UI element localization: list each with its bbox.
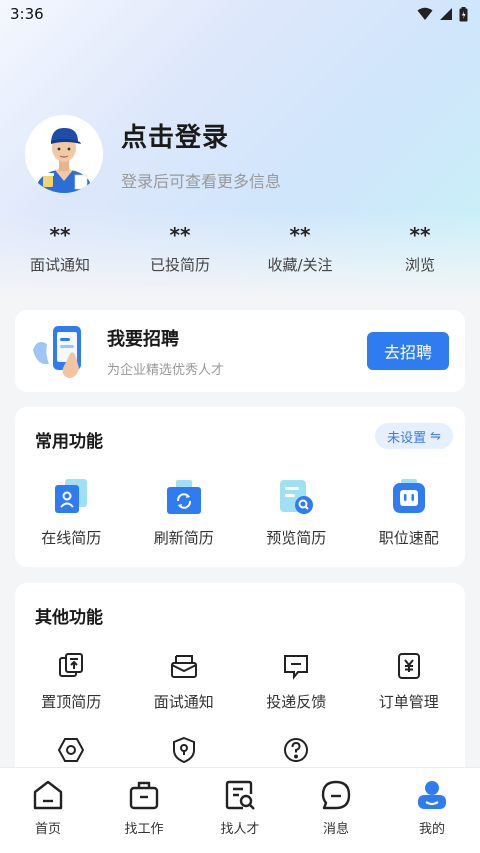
func-interview-notice[interactable]: 面试通知 xyxy=(128,651,241,712)
go-recruit-button[interactable]: 去招聘 xyxy=(367,332,449,370)
func-label: 刷新简历 xyxy=(153,529,214,547)
settings-icon xyxy=(58,738,85,762)
func-label: 在线简历 xyxy=(41,529,102,547)
stat-value: ** xyxy=(409,223,431,247)
tab-mine[interactable]: 我的 xyxy=(384,768,480,853)
other-functions-card: 其他功能 置顶简历 面试通知 投递反馈 订单管理 xyxy=(15,583,465,783)
tab-messages[interactable]: 消息 xyxy=(288,768,384,853)
func-label: 预览简历 xyxy=(266,529,327,547)
login-text: 点击登录 登录后可查看更多信息 xyxy=(121,117,281,192)
status-bar: 3:36 xyxy=(0,0,480,28)
tab-label: 首页 xyxy=(34,822,61,837)
func-pin-resume[interactable]: 置顶简历 xyxy=(15,651,128,712)
func-label: 置顶简历 xyxy=(41,693,102,711)
talent-search-icon xyxy=(225,780,255,810)
stat-value: ** xyxy=(169,223,191,247)
briefcase-icon xyxy=(129,781,159,810)
login-section[interactable]: 点击登录 登录后可查看更多信息 xyxy=(25,115,281,193)
stat-value: ** xyxy=(289,223,311,247)
func-label: 职位速配 xyxy=(378,529,439,547)
stat-views[interactable]: ** 浏览 xyxy=(360,222,480,275)
login-subtitle: 登录后可查看更多信息 xyxy=(121,171,282,191)
order-icon xyxy=(397,653,420,679)
swap-icon: ⇋ xyxy=(430,428,441,444)
stat-label: 面试通知 xyxy=(29,256,90,274)
func-order-management[interactable]: 订单管理 xyxy=(353,651,466,712)
unset-settings-pill[interactable]: 未设置 ⇋ xyxy=(375,423,453,449)
signal-icon xyxy=(440,8,452,20)
recruit-icon xyxy=(31,320,93,382)
common-functions-card: 常用功能 未设置 ⇋ 在线简历 刷新简历 预览简历 职位速配 xyxy=(15,407,465,567)
feedback-icon xyxy=(284,655,309,680)
help-icon xyxy=(284,738,309,762)
pin-top-icon xyxy=(59,653,84,677)
stat-label: 收藏/关注 xyxy=(267,256,333,274)
stat-applied-resumes[interactable]: ** 已投简历 xyxy=(120,222,240,275)
func-delivery-feedback[interactable]: 投递反馈 xyxy=(240,651,353,712)
recruit-subtitle: 为企业精选优秀人才 xyxy=(107,362,225,378)
preview-icon xyxy=(280,480,314,514)
unset-pill-label: 未设置 xyxy=(387,430,427,446)
tab-find-talent[interactable]: 找人才 xyxy=(192,768,288,853)
profile-icon xyxy=(418,781,446,809)
other-functions-title: 其他功能 xyxy=(35,608,103,628)
refresh-icon xyxy=(166,480,201,514)
recruit-text: 我要招聘 为企业精选优秀人才 xyxy=(107,325,367,378)
stats-row: ** 面试通知 ** 已投简历 ** 收藏/关注 ** 浏览 xyxy=(0,222,480,275)
recruit-card[interactable]: 我要招聘 为企业精选优秀人才 去招聘 xyxy=(15,310,465,392)
wifi-icon xyxy=(417,7,433,20)
func-preview-resume[interactable]: 预览简历 xyxy=(240,477,353,548)
battery-icon xyxy=(459,6,468,21)
func-online-resume[interactable]: 在线简历 xyxy=(15,477,128,548)
mail-icon xyxy=(170,655,197,678)
common-functions-grid: 在线简历 刷新简历 预览简历 职位速配 xyxy=(15,477,465,548)
resume-icon xyxy=(55,479,88,513)
func-label: 投递反馈 xyxy=(266,693,327,711)
match-icon xyxy=(392,479,425,513)
stat-interview-notices[interactable]: ** 面试通知 xyxy=(0,222,120,275)
recruit-title: 我要招聘 xyxy=(107,328,179,350)
other-functions-row-1: 置顶简历 面试通知 投递反馈 订单管理 xyxy=(15,651,465,712)
func-refresh-resume[interactable]: 刷新简历 xyxy=(128,477,241,548)
tab-label: 找人才 xyxy=(220,822,260,837)
tab-find-job[interactable]: 找工作 xyxy=(96,768,192,853)
func-job-match[interactable]: 职位速配 xyxy=(353,477,466,548)
bottom-tab-bar: 首页 找工作 找人才 消息 我的 xyxy=(0,767,480,853)
avatar[interactable] xyxy=(25,115,103,193)
login-title[interactable]: 点击登录 xyxy=(121,117,281,154)
tab-label: 我的 xyxy=(418,822,445,837)
stat-label: 浏览 xyxy=(404,256,435,274)
home-icon xyxy=(33,780,63,810)
func-label: 订单管理 xyxy=(378,693,439,711)
location-shield-icon xyxy=(172,736,195,764)
stat-favorites-follows[interactable]: ** 收藏/关注 xyxy=(240,222,360,275)
avatar-illustration xyxy=(25,115,103,193)
stat-label: 已投简历 xyxy=(149,256,210,274)
status-icons xyxy=(417,6,468,22)
stat-value: ** xyxy=(49,223,71,247)
common-functions-title: 常用功能 xyxy=(35,432,103,452)
status-time: 3:36 xyxy=(10,5,44,23)
tab-label: 找工作 xyxy=(124,822,164,837)
message-icon xyxy=(321,780,351,810)
func-label: 面试通知 xyxy=(153,693,214,711)
tab-label: 消息 xyxy=(322,822,349,837)
tab-home[interactable]: 首页 xyxy=(0,768,96,853)
